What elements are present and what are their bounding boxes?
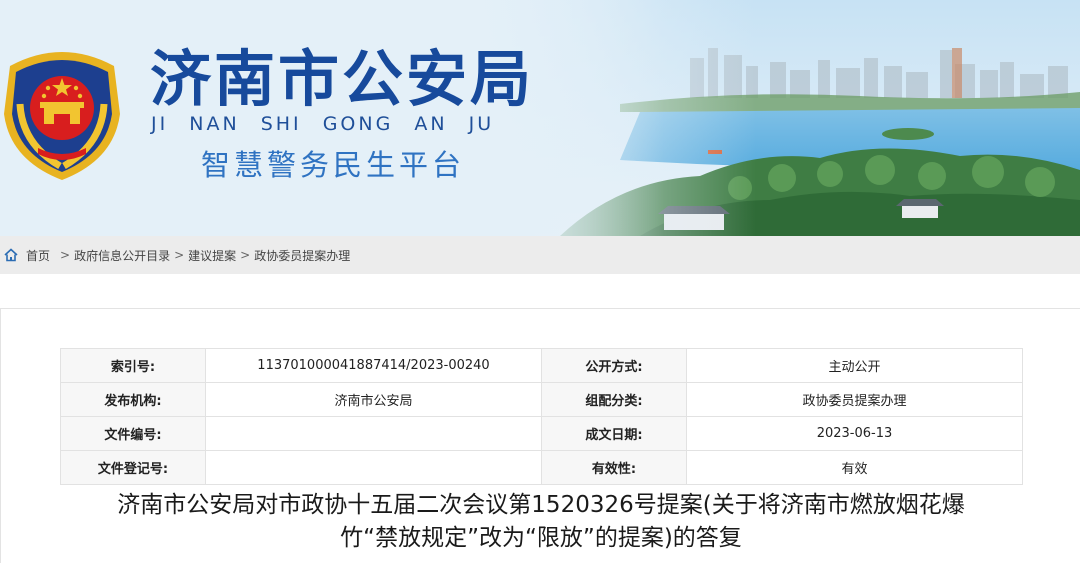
document-title: 济南市公安局对市政协十五届二次会议第1520326号提案(关于将济南市燃放烟花爆… [60, 489, 1022, 555]
breadcrumb-separator: > [240, 248, 251, 262]
breadcrumb-item-gov-info[interactable]: 政府信息公开目录 [74, 247, 170, 264]
table-row: 文件登记号: 有效性: 有效 [60, 450, 1023, 485]
publisher-value: 济南市公安局 [205, 382, 542, 417]
site-title: 济南市公安局 [150, 44, 535, 115]
breadcrumb-item-cppcc-proposals[interactable]: 政协委员提案办理 [254, 247, 350, 264]
document-title-line2: 竹“禁放规定”改为“限放”的提案)的答复 [340, 525, 742, 551]
category-label: 组配分类: [541, 382, 687, 417]
table-row: 发布机构: 济南市公安局 组配分类: 政协委员提案办理 [60, 382, 1023, 417]
validity-label: 有效性: [541, 450, 687, 485]
written-date-value: 2023-06-13 [686, 416, 1023, 451]
document-number-value [205, 416, 542, 451]
index-number-value: 113701000041887414/2023-00240 [205, 348, 542, 383]
breadcrumb-item-proposals[interactable]: 建议提案 [188, 247, 236, 264]
table-row: 文件编号: 成文日期: 2023-06-13 [60, 416, 1023, 451]
validity-value: 有效 [686, 450, 1023, 485]
disclosure-method-value: 主动公开 [686, 348, 1023, 383]
index-number-label: 索引号: [60, 348, 206, 383]
table-row: 索引号: 113701000041887414/2023-00240 公开方式:… [60, 348, 1023, 383]
document-title-line1: 济南市公安局对市政协十五届二次会议第1520326号提案(关于将济南市燃放烟花爆 [117, 492, 965, 518]
site-subtitle: 智慧警务民生平台 [201, 148, 466, 182]
publisher-label: 发布机构: [60, 382, 206, 417]
registration-number-value [205, 450, 542, 485]
breadcrumb-home-link[interactable]: 首页 [26, 247, 50, 264]
police-emblem-icon [4, 52, 120, 180]
category-value: 政协委员提案办理 [686, 382, 1023, 417]
header-banner: 济南市公安局 JI NAN SHI GONG AN JU 智慧警务民生平台 [0, 0, 1080, 236]
home-icon[interactable] [4, 248, 18, 262]
document-info-table: 索引号: 113701000041887414/2023-00240 公开方式:… [60, 348, 1023, 485]
document-number-label: 文件编号: [60, 416, 206, 451]
disclosure-method-label: 公开方式: [541, 348, 687, 383]
written-date-label: 成文日期: [541, 416, 687, 451]
site-pinyin: JI NAN SHI GONG AN JU [151, 113, 495, 135]
breadcrumb-separator: > [60, 248, 71, 262]
registration-number-label: 文件登记号: [60, 450, 206, 485]
breadcrumb: 首页 > 政府信息公开目录 > 建议提案 > 政协委员提案办理 [0, 236, 1080, 274]
breadcrumb-separator: > [174, 248, 185, 262]
